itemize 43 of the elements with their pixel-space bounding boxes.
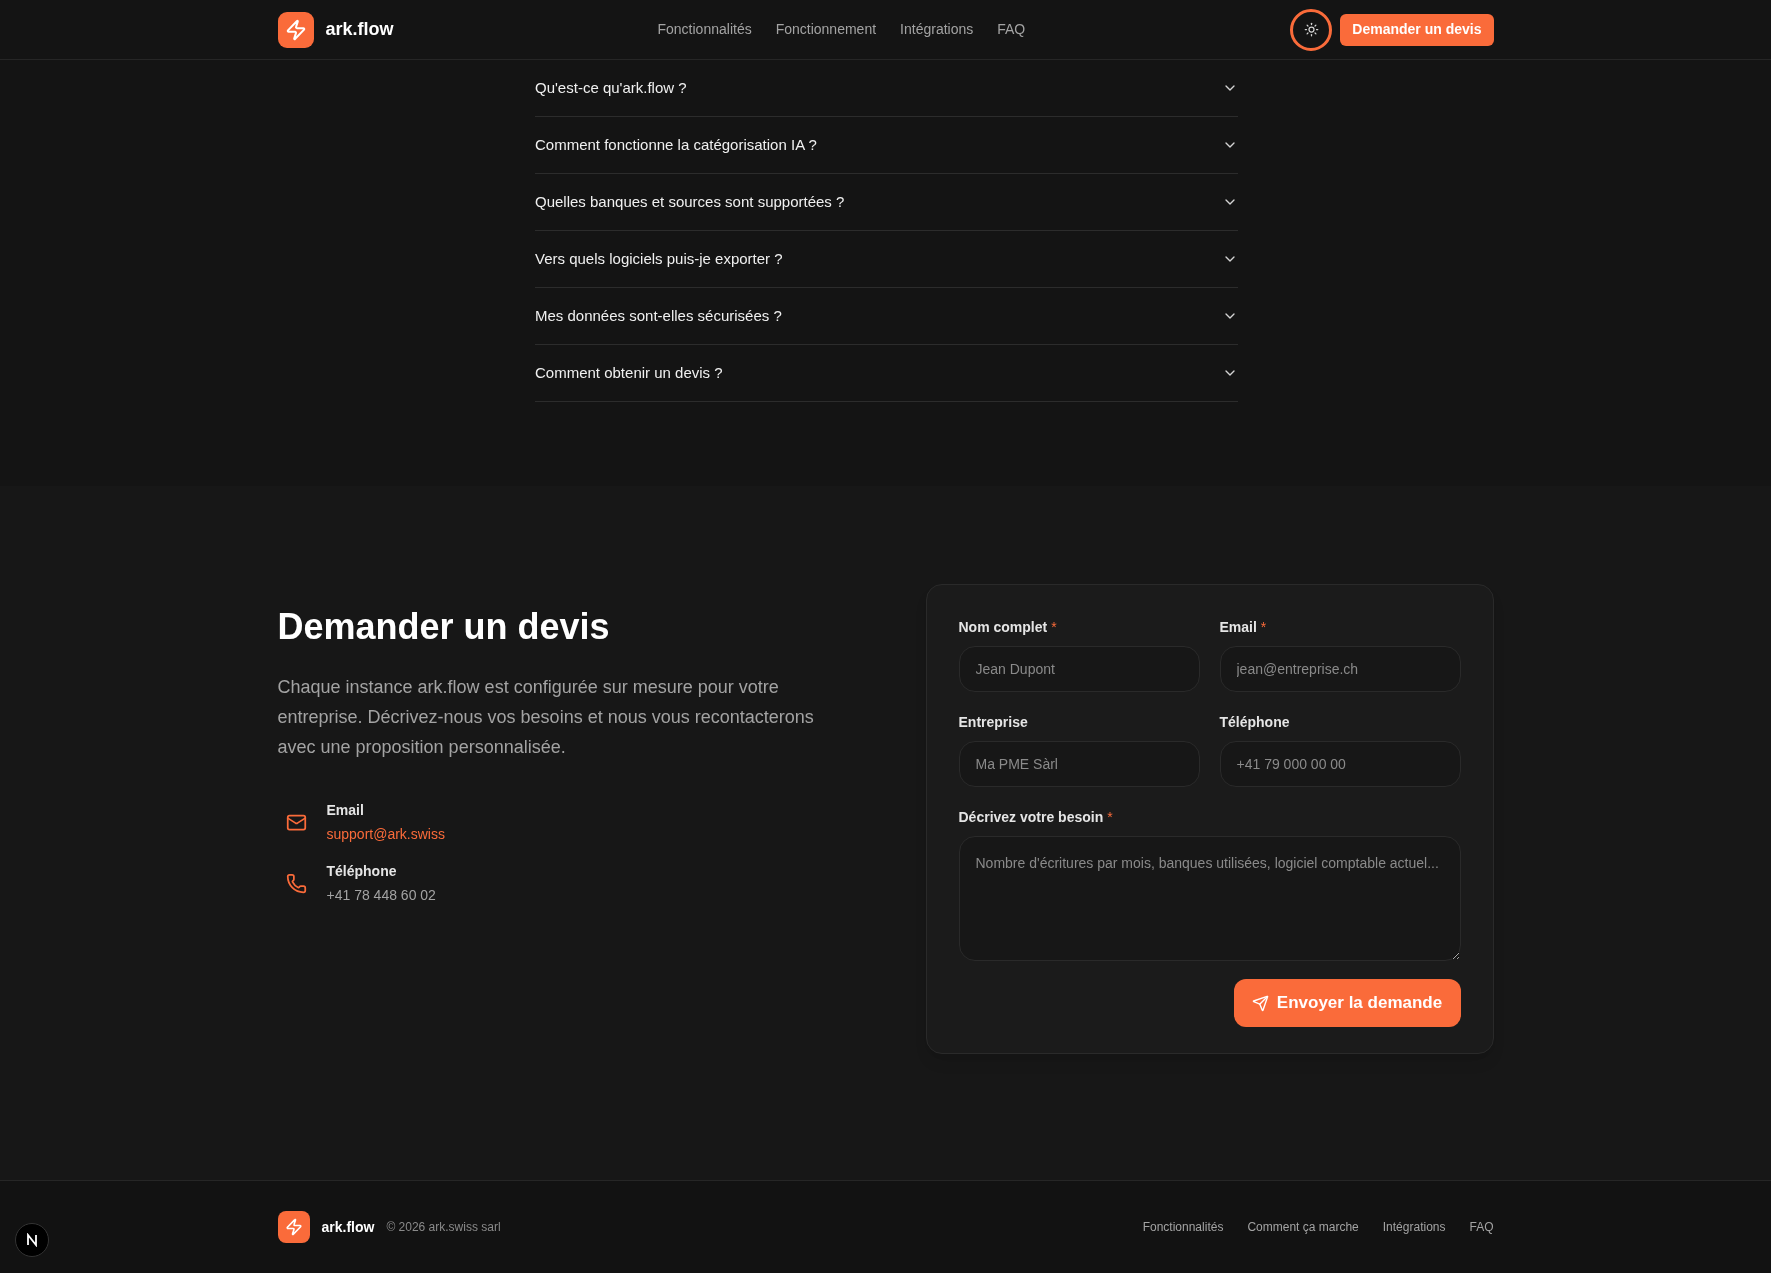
field-label: Entreprise	[958, 713, 1028, 732]
theme-toggle-button[interactable]	[1290, 8, 1333, 51]
copyright-text: © 2026 ark.swiss sarl	[386, 1219, 501, 1236]
send-icon	[1251, 994, 1269, 1012]
nav-link[interactable]: Intégrations	[900, 19, 974, 40]
footer-link[interactable]: Comment ça marche	[1247, 1218, 1359, 1236]
footer-link[interactable]: FAQ	[1469, 1218, 1494, 1236]
required-mark: *	[1107, 808, 1113, 827]
logo-icon	[277, 1211, 310, 1243]
contact-value[interactable]: support@ark.swiss	[326, 824, 445, 845]
sun-icon	[1303, 22, 1319, 37]
logo-icon	[277, 11, 314, 48]
mail-icon	[285, 812, 307, 833]
section-title: Demander un devis	[277, 605, 611, 649]
faq-item[interactable]: Comment fonctionne la catégorisation IA ?	[535, 117, 1238, 174]
nav-link[interactable]: FAQ	[997, 19, 1026, 40]
brand-name[interactable]: ark.flow	[325, 16, 394, 43]
field-label: Téléphone	[1219, 713, 1290, 732]
input-field[interactable]: Jean Dupont	[958, 646, 1200, 692]
description-field[interactable]: Nombre d'écritures par mois, banques utilisées, logiciel comptable actuel...	[958, 836, 1461, 961]
field-label: Email	[1219, 618, 1257, 637]
input-field[interactable]: Ma PME Sàrl	[958, 741, 1200, 787]
brand-name[interactable]: ark.flow	[321, 1216, 375, 1238]
contact-value: +41 78 448 60 02	[326, 886, 436, 905]
section-description: Chaque instance ark.flow est configurée sur mesure pour votre entreprise. Décrivez-nous vos besoins et nous vous recontacterons avec une proposition personnalisée.	[277, 676, 815, 759]
required-mark: *	[1260, 618, 1267, 637]
footer-link[interactable]: Intégrations	[1382, 1218, 1446, 1236]
faq-item[interactable]: Vers quels logiciels puis-je exporter ?	[535, 231, 1238, 288]
contact-label: Téléphone	[326, 862, 398, 881]
faq-item[interactable]: Qu'est-ce qu'ark.flow ?	[535, 60, 1238, 117]
faq-item[interactable]: Quelles banques et sources sont supportées ?	[535, 174, 1238, 231]
footer-link[interactable]: Fonctionnalités	[1142, 1218, 1224, 1236]
phone-icon	[285, 873, 307, 894]
nav-link[interactable]: Fonctionnalités	[657, 19, 752, 40]
input-field[interactable]: +41 79 000 00 00	[1219, 741, 1461, 787]
faq-item[interactable]: Comment obtenir un devis ?	[535, 345, 1238, 402]
input-field[interactable]: jean@entreprise.ch	[1219, 646, 1461, 692]
field-label: Nom complet	[958, 618, 1048, 637]
nav-link[interactable]: Fonctionnement	[775, 19, 877, 40]
required-mark: *	[1051, 618, 1057, 637]
field-label: Décrivez votre besoin	[958, 808, 1104, 827]
contact-label: Email	[326, 801, 365, 820]
faq-item[interactable]: Mes données sont-elles sécurisées ?	[535, 288, 1238, 345]
